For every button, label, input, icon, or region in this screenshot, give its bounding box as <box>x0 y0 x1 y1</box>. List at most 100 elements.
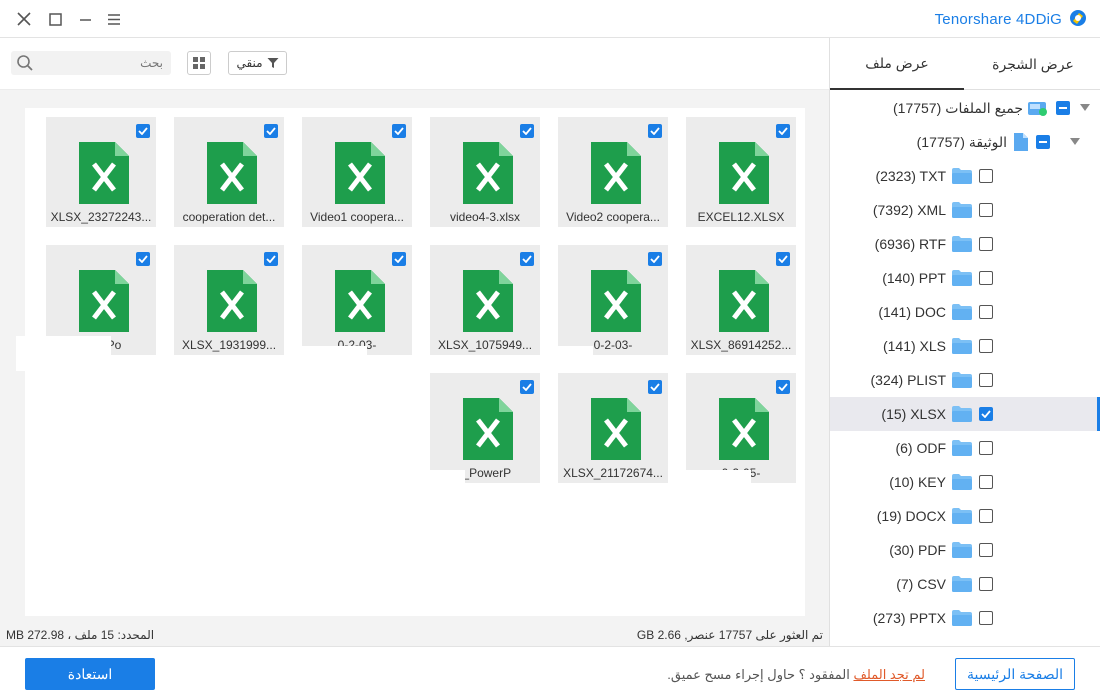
file-tile[interactable]: cooperation det... <box>174 117 284 227</box>
tree-root-count: (17757) <box>893 100 942 116</box>
tile-checkbox[interactable] <box>136 124 150 138</box>
tile-checkbox[interactable] <box>776 252 790 266</box>
tree-item-checkbox[interactable] <box>979 271 993 285</box>
tree-item[interactable]: (141) DOC <box>830 295 1100 329</box>
tree-item-checkbox[interactable] <box>979 339 993 353</box>
tree-item[interactable]: (6936) RTF <box>830 227 1100 261</box>
tile-checkbox[interactable] <box>392 124 406 138</box>
tree-item-label: (10) KEY <box>889 474 946 490</box>
file-tile[interactable]: XLSX_1931999... <box>174 245 284 355</box>
excel-file-icon <box>591 270 641 332</box>
file-tile[interactable]: Video2 coopera... <box>558 117 668 227</box>
tree-root-label: جميع الملفات <box>945 99 1023 116</box>
excel-file-icon <box>463 142 513 204</box>
tree-item[interactable]: (140) PPT <box>830 261 1100 295</box>
tile-checkbox[interactable] <box>648 252 662 266</box>
tree-item-checkbox[interactable] <box>979 237 993 251</box>
grid-view-button[interactable] <box>187 51 211 75</box>
search-box[interactable] <box>11 51 171 75</box>
tree-item-checkbox[interactable] <box>979 305 993 319</box>
tree-item-checkbox[interactable] <box>979 543 993 557</box>
file-tile[interactable]: EXCEL12.XLSX <box>686 117 796 227</box>
file-tile[interactable]: 0-2-03- <box>302 245 412 355</box>
tree-item-checkbox[interactable] <box>979 373 993 387</box>
file-name: EXCEL12.XLSX <box>697 210 785 224</box>
folder-icon <box>952 576 972 592</box>
tree-item-checkbox[interactable] <box>979 203 993 217</box>
footer: استعادة لم تجد الملف المفقود ؟ حاول إجرا… <box>0 646 1100 700</box>
folder-icon <box>952 270 972 286</box>
tile-checkbox[interactable] <box>776 124 790 138</box>
tree-item[interactable]: (7) CSV <box>830 567 1100 601</box>
file-name: XLSX_1931999... <box>181 338 277 352</box>
tile-checkbox[interactable] <box>520 252 534 266</box>
file-tile[interactable]: XLSX_23272243... <box>46 117 156 227</box>
excel-file-icon <box>463 270 513 332</box>
tree-doc-expand-icon[interactable] <box>1050 138 1100 146</box>
tile-checkbox[interactable] <box>776 380 790 394</box>
file-name: XLSX_21172674... <box>563 466 663 480</box>
search-icon[interactable] <box>16 54 34 72</box>
side-panel: عرض الشجرة عرض ملف (17757) جميع الملفات … <box>829 38 1100 646</box>
grid-icon <box>193 57 205 69</box>
minimize-icon[interactable] <box>75 9 95 29</box>
tree-item-checkbox[interactable] <box>979 509 993 523</box>
maximize-icon[interactable] <box>45 9 65 29</box>
filter-button[interactable]: منقي <box>228 51 287 75</box>
tree-item[interactable]: (324) PLIST <box>830 363 1100 397</box>
tile-checkbox[interactable] <box>520 124 534 138</box>
tree-item-label: (140) PPT <box>882 270 946 286</box>
tree-item[interactable]: (273) PPTX <box>830 601 1100 635</box>
tile-checkbox[interactable] <box>520 380 534 394</box>
tile-checkbox[interactable] <box>264 252 278 266</box>
file-tile[interactable]: XLSX_86914252... <box>686 245 796 355</box>
menu-icon[interactable] <box>104 9 124 29</box>
close-icon[interactable] <box>14 9 34 29</box>
tile-checkbox[interactable] <box>264 124 278 138</box>
tree-item-checkbox[interactable] <box>979 577 993 591</box>
folder-icon <box>952 202 972 218</box>
tree-item[interactable]: (19) DOCX <box>830 499 1100 533</box>
tree-item[interactable]: (15) XLSX <box>830 397 1100 431</box>
tile-checkbox[interactable] <box>392 252 406 266</box>
tree-root-expand-icon[interactable] <box>1070 104 1100 112</box>
file-name: Video1 coopera... <box>310 210 404 224</box>
file-grid: EXCEL12.XLSX Video2 coopera... video4-3.xl… <box>16 108 805 616</box>
tree-item[interactable]: (141) XLS <box>830 329 1100 363</box>
tree-item[interactable]: (6) ODF <box>830 431 1100 465</box>
file-tile[interactable]: Video1 coopera... <box>302 117 412 227</box>
tree-item[interactable]: (7392) XML <box>830 193 1100 227</box>
folder-icon <box>952 236 972 252</box>
tree-item-checkbox[interactable] <box>979 475 993 489</box>
tree-root-checkbox[interactable] <box>1056 101 1070 115</box>
file-tile[interactable]: ـ_PowerP <box>430 373 540 483</box>
tree-item-checkbox[interactable] <box>979 441 993 455</box>
tree-item-label: (273) PPTX <box>872 610 946 626</box>
tree-item-checkbox[interactable] <box>979 169 993 183</box>
file-tile[interactable]: XLSX_1075949... <box>430 245 540 355</box>
tree-doc-checkbox[interactable] <box>1036 135 1050 149</box>
tree-doc-label: الوثيقة <box>968 133 1007 150</box>
tree-item[interactable]: (10) KEY <box>830 465 1100 499</box>
deep-scan-link[interactable]: لم تجد الملف <box>853 667 925 682</box>
tab-tree-view[interactable]: عرض الشجرة <box>966 38 1100 90</box>
file-tile[interactable]: XLSX_21172674... <box>558 373 668 483</box>
tab-file-view[interactable]: عرض ملف <box>830 38 964 90</box>
tree-item-checkbox[interactable] <box>979 407 993 421</box>
home-button[interactable]: الصفحة الرئيسية <box>955 658 1075 690</box>
tile-checkbox[interactable] <box>648 124 662 138</box>
recover-button[interactable]: استعادة <box>25 658 155 690</box>
search-input[interactable] <box>43 54 163 72</box>
tree-doc-row[interactable]: (17757) الوثيقة <box>830 125 1100 159</box>
folder-icon <box>952 542 972 558</box>
file-tile[interactable]: 0-2-03- <box>558 245 668 355</box>
file-tile[interactable]: 0-2-05- <box>686 373 796 483</box>
title-bar: Tenorshare 4DDiG <box>0 0 1100 38</box>
tile-checkbox[interactable] <box>136 252 150 266</box>
tree-root-row[interactable]: (17757) جميع الملفات <box>830 91 1100 125</box>
tree-item-checkbox[interactable] <box>979 611 993 625</box>
tree-item[interactable]: (30) PDF <box>830 533 1100 567</box>
file-tile[interactable]: video4-3.xlsx <box>430 117 540 227</box>
tree-item[interactable]: (2323) TXT <box>830 159 1100 193</box>
tile-checkbox[interactable] <box>648 380 662 394</box>
